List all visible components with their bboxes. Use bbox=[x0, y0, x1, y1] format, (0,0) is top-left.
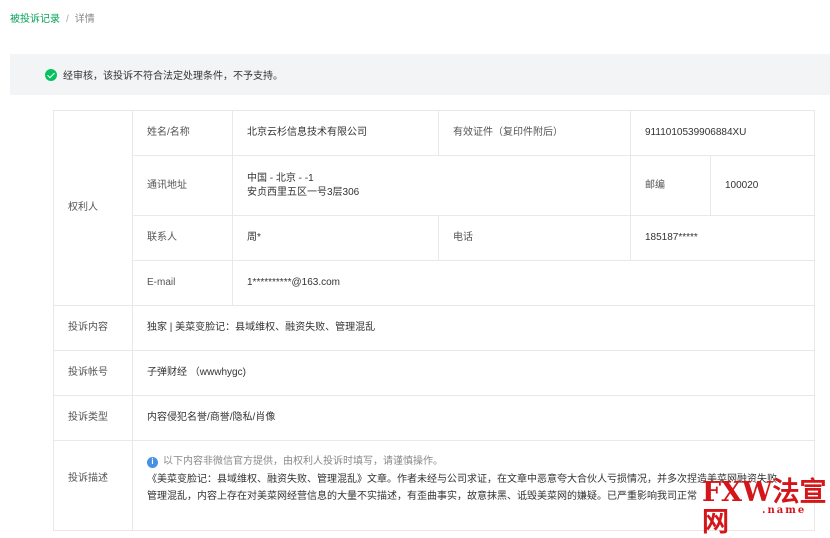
address-line-2: 安贞西里五区一号3层306 bbox=[247, 186, 360, 198]
complaint-detail-table: 权利人 姓名/名称 北京云杉信息技术有限公司 有效证件（复印件附后） 91110… bbox=[53, 110, 815, 531]
check-circle-icon bbox=[45, 68, 57, 81]
phone-label: 电话 bbox=[439, 216, 631, 261]
email-label: E-mail bbox=[133, 261, 233, 306]
postcode-label: 邮编 bbox=[631, 156, 711, 216]
desc-text-line-2: 管理混乱，内容上存在对美菜网经营信息的大量不实描述，有歪曲事实，故意抹黑、诋毁美… bbox=[147, 491, 697, 502]
postcode-value: 100020 bbox=[711, 156, 815, 216]
complaint-account-label: 投诉帐号 bbox=[54, 351, 133, 396]
name-value: 北京云杉信息技术有限公司 bbox=[233, 111, 439, 156]
address-label: 通讯地址 bbox=[133, 156, 233, 216]
name-label: 姓名/名称 bbox=[133, 111, 233, 156]
complaint-type-value: 内容侵犯名誉/商誉/隐私/肖像 bbox=[133, 396, 815, 441]
info-circle-icon: i bbox=[147, 456, 158, 468]
id-label: 有效证件（复印件附后） bbox=[439, 111, 631, 156]
complaint-account-value: 子弹财经 （wwwhygc) bbox=[133, 351, 815, 396]
contact-value: 周* bbox=[233, 216, 439, 261]
complaint-content-label: 投诉内容 bbox=[54, 306, 133, 351]
complaint-type-label: 投诉类型 bbox=[54, 396, 133, 441]
breadcrumb-separator: / bbox=[66, 14, 69, 25]
phone-value: 185187***** bbox=[631, 216, 815, 261]
watermark-sub: .name bbox=[762, 505, 807, 516]
status-message: 经审核，该投诉不符合法定处理条件，不予支持。 bbox=[63, 71, 283, 82]
address-line-1: 中国 - 北京 - -1 bbox=[247, 172, 314, 184]
status-banner: 经审核，该投诉不符合法定处理条件，不予支持。 bbox=[10, 54, 830, 95]
desc-notice-text: 以下内容非微信官方提供，由权利人投诉时填写，请谨慎操作。 bbox=[163, 456, 443, 467]
watermark-logo: FXW法宣网 .name bbox=[702, 478, 830, 538]
contact-label: 联系人 bbox=[133, 216, 233, 261]
address-value: 中国 - 北京 - -1 安贞西里五区一号3层306 bbox=[233, 156, 631, 216]
desc-notice: i 以下内容非微信官方提供，由权利人投诉时填写，请谨慎操作。 bbox=[147, 455, 443, 469]
breadcrumb: 被投诉记录 / 详情 bbox=[10, 10, 95, 25]
email-value: 1**********@163.com bbox=[233, 261, 815, 306]
complaint-content-value: 独家 | 美菜变脸记：县域维权、融资失败、管理混乱 bbox=[133, 306, 815, 351]
rights-holder-label: 权利人 bbox=[54, 111, 133, 306]
breadcrumb-current: 详情 bbox=[74, 14, 95, 25]
id-value: 9111010539906884XU bbox=[631, 111, 815, 156]
desc-text-line-1: 《美菜变脸记：县域维权、融资失败、管理混乱》文章。作者未经与公司求证，在文章中恶… bbox=[147, 474, 787, 485]
breadcrumb-parent-link[interactable]: 被投诉记录 bbox=[10, 14, 60, 25]
